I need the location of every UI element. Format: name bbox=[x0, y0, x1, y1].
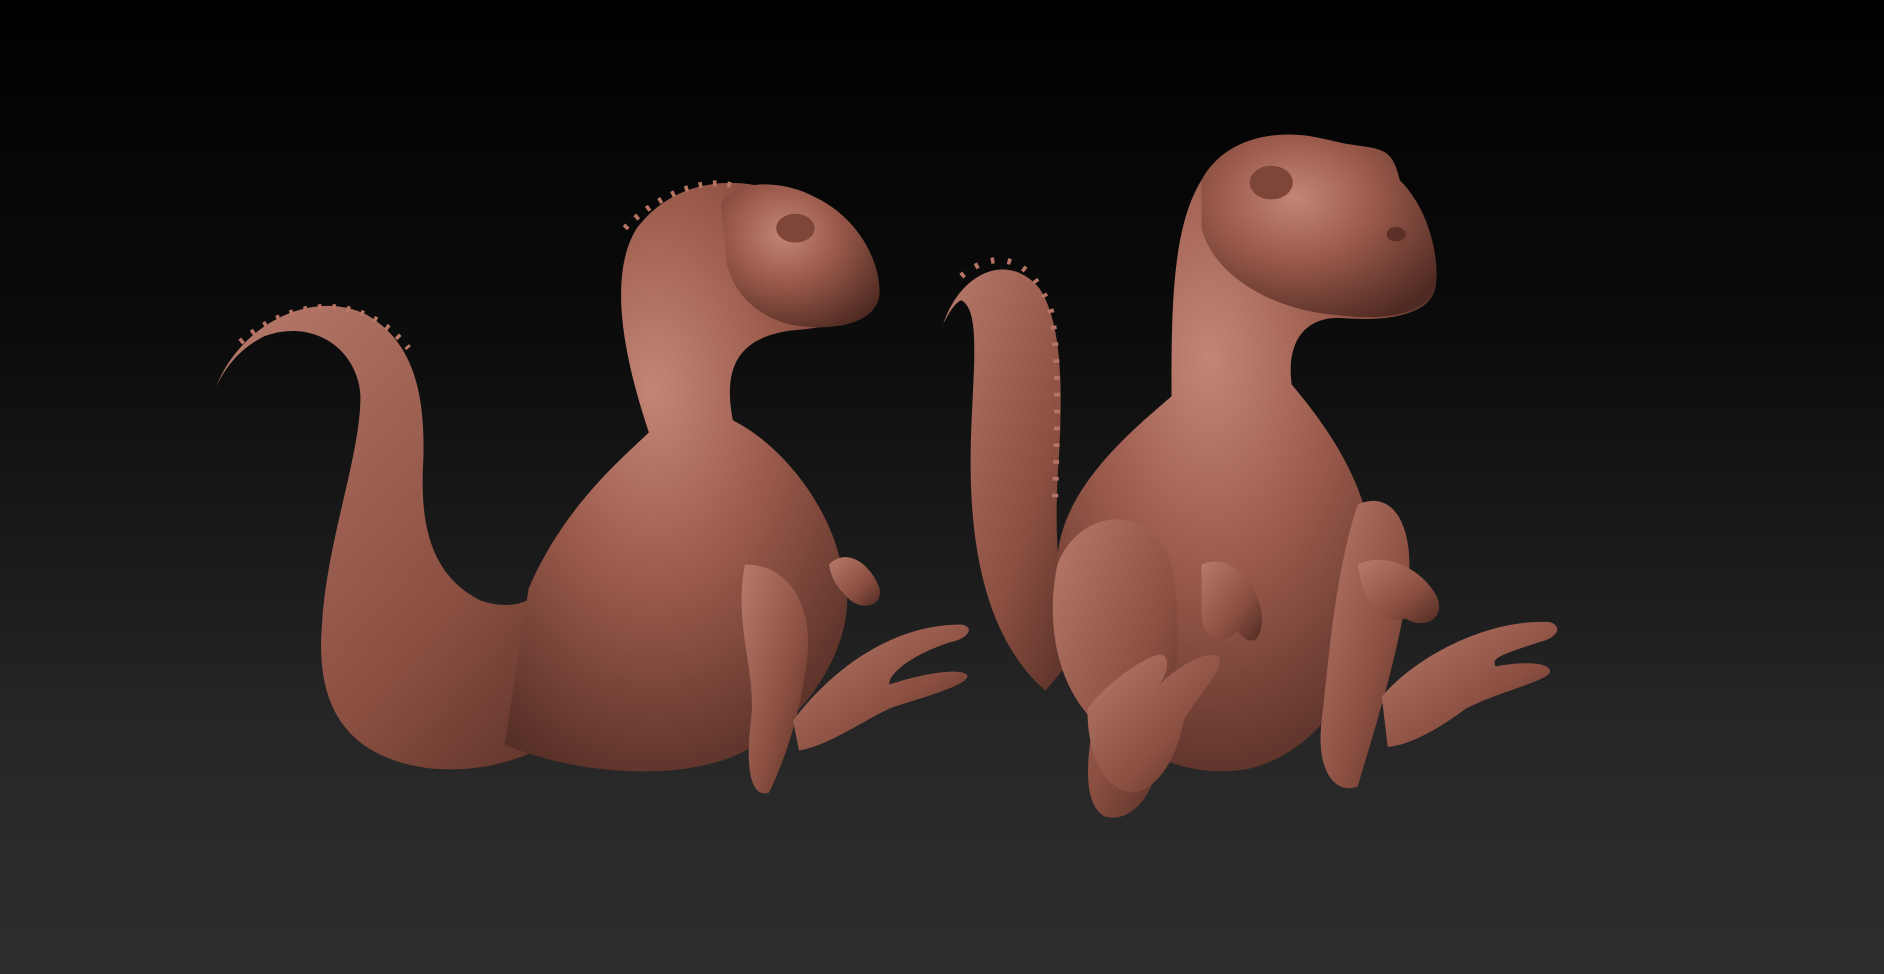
dino-right-foot-back bbox=[1381, 621, 1558, 748]
dinosaur-sculpt-right bbox=[943, 134, 1558, 818]
dino-left-eye bbox=[776, 213, 815, 243]
render-viewport bbox=[216, 134, 1558, 818]
dinosaur-sculpt-left bbox=[216, 180, 969, 794]
dino-right-eye bbox=[1249, 165, 1293, 200]
dino-right-nostril bbox=[1386, 226, 1406, 242]
dino-left-leg bbox=[741, 564, 809, 794]
